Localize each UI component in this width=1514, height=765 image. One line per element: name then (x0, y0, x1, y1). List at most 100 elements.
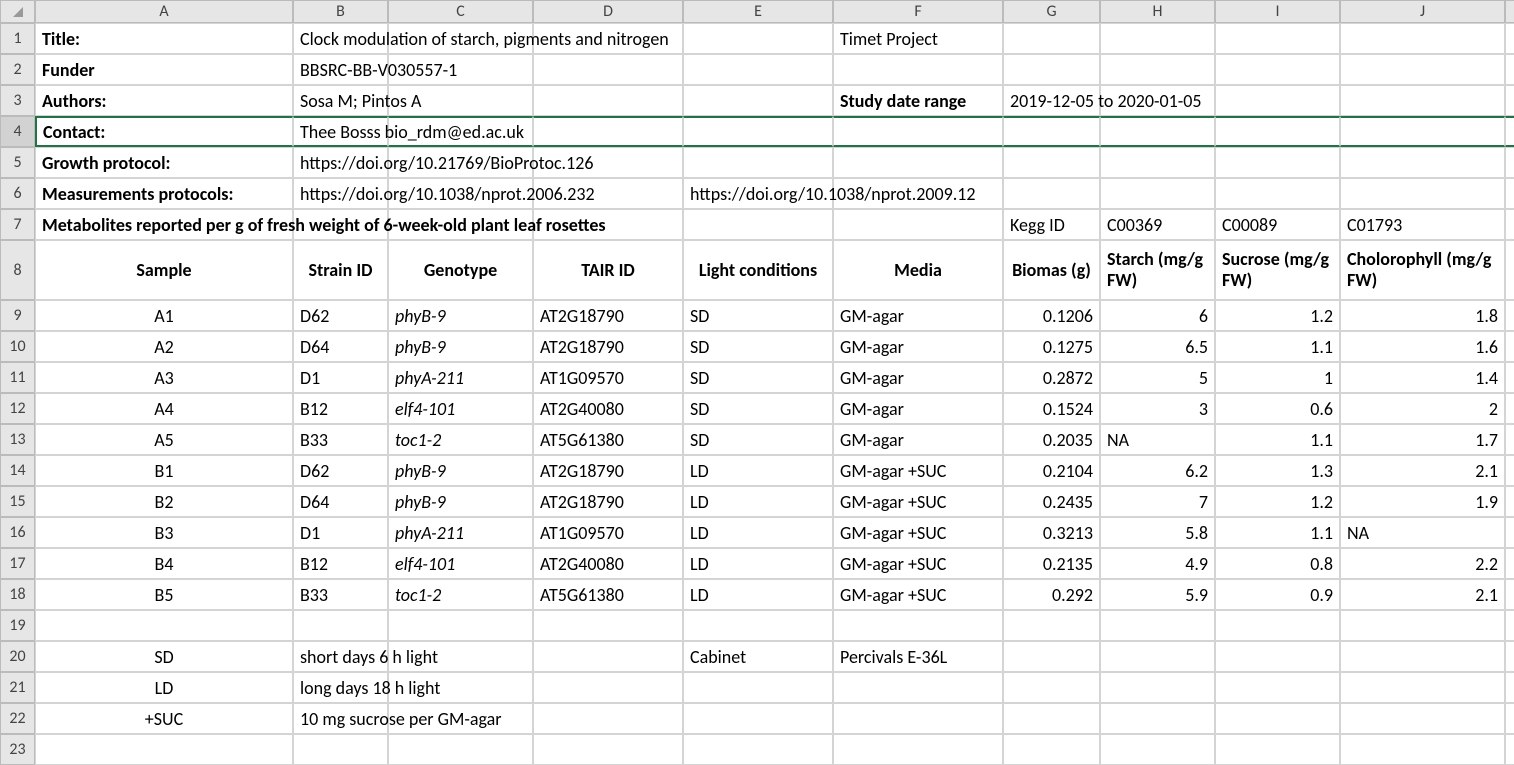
cell-D23[interactable] (533, 734, 683, 765)
cell-G14[interactable]: 0.2104 (1003, 455, 1100, 486)
cell-F12[interactable]: GM-agar (833, 393, 1003, 424)
cell-K15[interactable] (1505, 486, 1514, 517)
cell-H13[interactable]: NA (1100, 424, 1215, 455)
cell-E3[interactable] (683, 85, 833, 116)
cell-C13[interactable]: toc1-2 (388, 424, 533, 455)
cell-B22[interactable]: 10 mg sucrose per GM-agar (293, 703, 388, 734)
cell-I21[interactable] (1215, 672, 1340, 703)
cell-H5[interactable] (1100, 147, 1215, 178)
cell-D16[interactable]: AT1G09570 (533, 517, 683, 548)
cell-F22[interactable] (833, 703, 1003, 734)
cell-G15[interactable]: 0.2435 (1003, 486, 1100, 517)
cell-F15[interactable]: GM-agar +SUC (833, 486, 1003, 517)
cell-D14[interactable]: AT2G18790 (533, 455, 683, 486)
cell-B19[interactable] (293, 610, 388, 641)
cell-F13[interactable]: GM-agar (833, 424, 1003, 455)
cell-E12[interactable]: SD (683, 393, 833, 424)
cell-A20[interactable]: SD (35, 641, 293, 672)
cell-A13[interactable]: A5 (35, 424, 293, 455)
cell-F5[interactable] (833, 147, 1003, 178)
cell-J9[interactable]: 1.8 (1340, 300, 1505, 331)
col-header-G[interactable]: G (1003, 0, 1100, 23)
cell-B11[interactable]: D1 (293, 362, 388, 393)
cell-A2[interactable]: Funder (35, 54, 293, 85)
row-header-18[interactable]: 18 (0, 579, 35, 610)
cell-J5[interactable] (1340, 147, 1505, 178)
cell-I9[interactable]: 1.2 (1215, 300, 1340, 331)
col-header-A[interactable]: A (35, 0, 293, 23)
cell-E9[interactable]: SD (683, 300, 833, 331)
cell-K14[interactable] (1505, 455, 1514, 486)
cell-K7[interactable] (1505, 209, 1514, 240)
cell-F14[interactable]: GM-agar +SUC (833, 455, 1003, 486)
row-header-8[interactable]: 8 (0, 240, 35, 300)
cell-K18[interactable] (1505, 579, 1514, 610)
cell-B4[interactable]: Thee Bosss bio_rdm@ed.ac.uk (293, 116, 388, 147)
cell-F4[interactable] (833, 116, 1003, 147)
cell-C12[interactable]: elf4-101 (388, 393, 533, 424)
cell-B16[interactable]: D1 (293, 517, 388, 548)
cell-B15[interactable]: D64 (293, 486, 388, 517)
cell-H20[interactable] (1100, 641, 1215, 672)
cell-K20[interactable] (1505, 641, 1514, 672)
cell-A18[interactable]: B5 (35, 579, 293, 610)
cell-G19[interactable] (1003, 610, 1100, 641)
row-header-11[interactable]: 11 (0, 362, 35, 393)
cell-J14[interactable]: 2.1 (1340, 455, 1505, 486)
cell-G3[interactable]: 2019-12-05 to 2020-01-05 (1003, 85, 1100, 116)
cell-G21[interactable] (1003, 672, 1100, 703)
cell-J20[interactable] (1340, 641, 1505, 672)
cell-H7[interactable]: C00369 (1100, 209, 1215, 240)
cell-I19[interactable] (1215, 610, 1340, 641)
cell-D9[interactable]: AT2G18790 (533, 300, 683, 331)
cell-E14[interactable]: LD (683, 455, 833, 486)
cell-A22[interactable]: +SUC (35, 703, 293, 734)
cell-G17[interactable]: 0.2135 (1003, 548, 1100, 579)
cell-C23[interactable] (388, 734, 533, 765)
cell-B5[interactable]: https://doi.org/10.21769/BioProtoc.126 (293, 147, 388, 178)
cell-F17[interactable]: GM-agar +SUC (833, 548, 1003, 579)
cell-I22[interactable] (1215, 703, 1340, 734)
cell-H2[interactable] (1100, 54, 1215, 85)
cell-H1[interactable] (1100, 23, 1215, 54)
cell-B12[interactable]: B12 (293, 393, 388, 424)
cell-A21[interactable]: LD (35, 672, 293, 703)
cell-H8[interactable]: Starch (mg/g FW) (1100, 240, 1215, 300)
cell-E19[interactable] (683, 610, 833, 641)
cell-H14[interactable]: 6.2 (1100, 455, 1215, 486)
cell-K3[interactable] (1505, 85, 1514, 116)
cell-I12[interactable]: 0.6 (1215, 393, 1340, 424)
cell-G6[interactable] (1003, 178, 1100, 209)
cell-J15[interactable]: 1.9 (1340, 486, 1505, 517)
cell-F19[interactable] (833, 610, 1003, 641)
cell-B13[interactable]: B33 (293, 424, 388, 455)
cell-A12[interactable]: A4 (35, 393, 293, 424)
cell-H9[interactable]: 6 (1100, 300, 1215, 331)
cell-D15[interactable]: AT2G18790 (533, 486, 683, 517)
cell-E23[interactable] (683, 734, 833, 765)
cell-F11[interactable]: GM-agar (833, 362, 1003, 393)
cell-K23[interactable] (1505, 734, 1514, 765)
row-header-2[interactable]: 2 (0, 54, 35, 85)
cell-J8[interactable]: Cholorophyll (mg/g FW) (1340, 240, 1505, 300)
cell-J18[interactable]: 2.1 (1340, 579, 1505, 610)
cell-H11[interactable]: 5 (1100, 362, 1215, 393)
cell-K8[interactable] (1505, 240, 1514, 300)
cell-G1[interactable] (1003, 23, 1100, 54)
cell-J4[interactable] (1340, 116, 1505, 147)
cell-H19[interactable] (1100, 610, 1215, 641)
cell-G12[interactable]: 0.1524 (1003, 393, 1100, 424)
cell-K17[interactable] (1505, 548, 1514, 579)
cell-A7[interactable]: Metabolites reported per g of fresh weig… (35, 209, 293, 240)
cell-H23[interactable] (1100, 734, 1215, 765)
cell-C9[interactable]: phyB-9 (388, 300, 533, 331)
cell-B20[interactable]: short days 6 h light (293, 641, 388, 672)
cell-B6[interactable]: https://doi.org/10.1038/nprot.2006.232 (293, 178, 388, 209)
col-header-I[interactable]: I (1215, 0, 1340, 23)
row-header-12[interactable]: 12 (0, 393, 35, 424)
cell-H22[interactable] (1100, 703, 1215, 734)
cell-C15[interactable]: phyB-9 (388, 486, 533, 517)
row-header-16[interactable]: 16 (0, 517, 35, 548)
cell-E18[interactable]: LD (683, 579, 833, 610)
cell-I14[interactable]: 1.3 (1215, 455, 1340, 486)
